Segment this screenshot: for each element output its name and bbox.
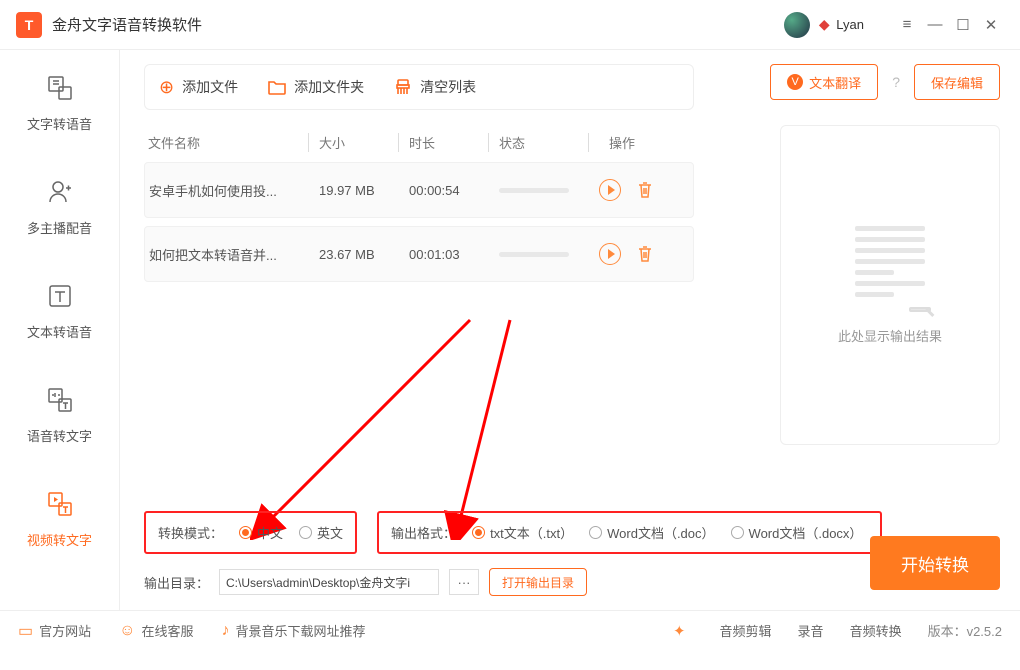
add-folder-button[interactable]: 添加文件夹 xyxy=(268,77,364,97)
button-label: 保存编辑 xyxy=(931,73,983,92)
cell-status xyxy=(489,188,589,193)
cell-status xyxy=(489,252,589,257)
radio-chinese[interactable]: 中文 xyxy=(239,523,283,542)
table-row[interactable]: 安卓手机如何使用投... 19.97 MB 00:00:54 xyxy=(144,162,694,218)
app-logo-icon: T xyxy=(16,12,42,38)
progress-bar xyxy=(499,252,569,257)
radio-txt[interactable]: txt文本（.txt） xyxy=(472,523,573,542)
tool-label: 清空列表 xyxy=(420,77,476,97)
close-icon[interactable]: ✕ xyxy=(978,12,1004,38)
tool-label: 添加文件夹 xyxy=(294,77,364,97)
footer-bar: ▭官方网站 ☺在线客服 ♪背景音乐下载网址推荐 ✦ 音频剪辑 录音 音频转换 版… xyxy=(0,610,1020,650)
sidebar-item-label: 视频转文字 xyxy=(27,530,92,549)
th-name: 文件名称 xyxy=(148,133,308,152)
sidebar-item-speech-to-text[interactable]: 语音转文字 xyxy=(0,362,119,466)
th-operate: 操作 xyxy=(588,133,690,152)
sidebar-item-text-convert[interactable]: 文本转语音 xyxy=(0,258,119,362)
content-area: ⊕ 添加文件 添加文件夹 清空列表 V 文本翻译 ? xyxy=(120,50,1020,610)
text-convert-icon xyxy=(44,280,76,312)
video-to-text-icon xyxy=(44,488,76,520)
th-duration: 时长 xyxy=(398,133,488,152)
plus-circle-icon: ⊕ xyxy=(159,77,174,98)
tool-label: 添加文件 xyxy=(182,77,238,97)
cell-size: 19.97 MB xyxy=(309,183,399,198)
broom-icon xyxy=(394,78,412,96)
headset-icon: ☺ xyxy=(119,622,135,640)
sidebar-item-label: 文本转语音 xyxy=(27,322,92,341)
multi-anchor-icon xyxy=(44,176,76,208)
browse-button[interactable]: ··· xyxy=(449,569,479,595)
sidebar-item-label: 多主播配音 xyxy=(27,218,92,237)
footer-record[interactable]: 录音 xyxy=(798,621,824,640)
clear-list-button[interactable]: 清空列表 xyxy=(394,77,476,97)
start-convert-button[interactable]: 开始转换 xyxy=(870,536,1000,590)
translate-button[interactable]: V 文本翻译 xyxy=(770,64,878,100)
table-row[interactable]: 如何把文本转语音并... 23.67 MB 00:01:03 xyxy=(144,226,694,282)
format-label: 输出格式： xyxy=(391,523,456,542)
username[interactable]: Lyan xyxy=(836,17,864,32)
radio-doc[interactable]: Word文档（.doc） xyxy=(589,523,714,542)
sidebar-item-label: 语音转文字 xyxy=(27,426,92,445)
speech-to-text-icon xyxy=(44,384,76,416)
output-dir-label: 输出目录： xyxy=(144,573,209,592)
footer-official-site[interactable]: ▭官方网站 xyxy=(18,621,91,641)
version-label: 版本：v2.5.2 xyxy=(928,621,1002,640)
help-icon[interactable]: ? xyxy=(892,74,900,90)
sidebar-item-video-to-text[interactable]: 视频转文字 xyxy=(0,466,119,570)
text-to-speech-icon xyxy=(44,72,76,104)
radio-docx[interactable]: Word文档（.docx） xyxy=(731,523,863,542)
cell-size: 23.67 MB xyxy=(309,247,399,262)
radio-english[interactable]: 英文 xyxy=(299,523,343,542)
cell-filename: 安卓手机如何使用投... xyxy=(149,181,309,200)
title-bar: T 金舟文字语音转换软件 ◆ Lyan ≡ — ☐ ✕ xyxy=(0,0,1020,50)
monitor-icon: ▭ xyxy=(18,621,33,641)
add-file-button[interactable]: ⊕ 添加文件 xyxy=(159,77,238,98)
check-circle-icon: V xyxy=(787,74,803,90)
footer-audio-cut[interactable]: 音频剪辑 xyxy=(720,621,772,640)
open-output-dir-button[interactable]: 打开输出目录 xyxy=(489,568,587,596)
music-icon: ♪ xyxy=(222,622,230,640)
cell-filename: 如何把文本转语音并... xyxy=(149,245,309,264)
cell-duration: 00:01:03 xyxy=(399,247,489,262)
annotation-arrow-left xyxy=(250,310,490,540)
avatar[interactable] xyxy=(784,12,810,38)
play-icon[interactable] xyxy=(599,243,621,265)
play-icon[interactable] xyxy=(599,179,621,201)
trash-icon[interactable] xyxy=(635,244,655,264)
document-placeholder-icon xyxy=(855,226,925,306)
folder-icon xyxy=(268,79,286,95)
maximize-icon[interactable]: ☐ xyxy=(950,12,976,38)
mode-label: 转换模式： xyxy=(158,523,223,542)
output-path-input[interactable] xyxy=(219,569,439,595)
convert-mode-box: 转换模式： 中文 英文 xyxy=(144,511,357,554)
sidebar-item-multi-anchor[interactable]: 多主播配音 xyxy=(0,154,119,258)
table-header: 文件名称 大小 时长 状态 操作 xyxy=(144,122,694,162)
footer-bgm-link[interactable]: ♪背景音乐下载网址推荐 xyxy=(222,621,366,640)
button-label: 文本翻译 xyxy=(809,73,861,92)
file-toolbar: ⊕ 添加文件 添加文件夹 清空列表 xyxy=(144,64,694,110)
menu-icon[interactable]: ≡ xyxy=(894,12,920,38)
footer-customer-service[interactable]: ☺在线客服 xyxy=(119,621,193,640)
wand-icon: ✦ xyxy=(673,622,686,640)
minimize-icon[interactable]: — xyxy=(922,12,948,38)
cell-duration: 00:00:54 xyxy=(399,183,489,198)
sidebar-item-text-to-speech[interactable]: 文字转语音 xyxy=(0,50,119,154)
sidebar: 文字转语音 多主播配音 文本转语音 语音转文字 视频转文字 xyxy=(0,50,120,610)
th-size: 大小 xyxy=(308,133,398,152)
progress-bar xyxy=(499,188,569,193)
output-preview: 此处显示输出结果 xyxy=(780,125,1000,445)
trash-icon[interactable] xyxy=(635,180,655,200)
sidebar-item-label: 文字转语音 xyxy=(27,114,92,133)
vip-icon: ◆ xyxy=(816,17,832,33)
annotation-arrow-right xyxy=(420,310,620,540)
th-status: 状态 xyxy=(488,133,588,152)
preview-label: 此处显示输出结果 xyxy=(838,326,942,345)
footer-audio-conv[interactable]: 音频转换 xyxy=(850,621,902,640)
output-format-box: 输出格式： txt文本（.txt） Word文档（.doc） Word文档（.d… xyxy=(377,511,882,554)
save-edit-button[interactable]: 保存编辑 xyxy=(914,64,1000,100)
app-title: 金舟文字语音转换软件 xyxy=(52,14,202,35)
